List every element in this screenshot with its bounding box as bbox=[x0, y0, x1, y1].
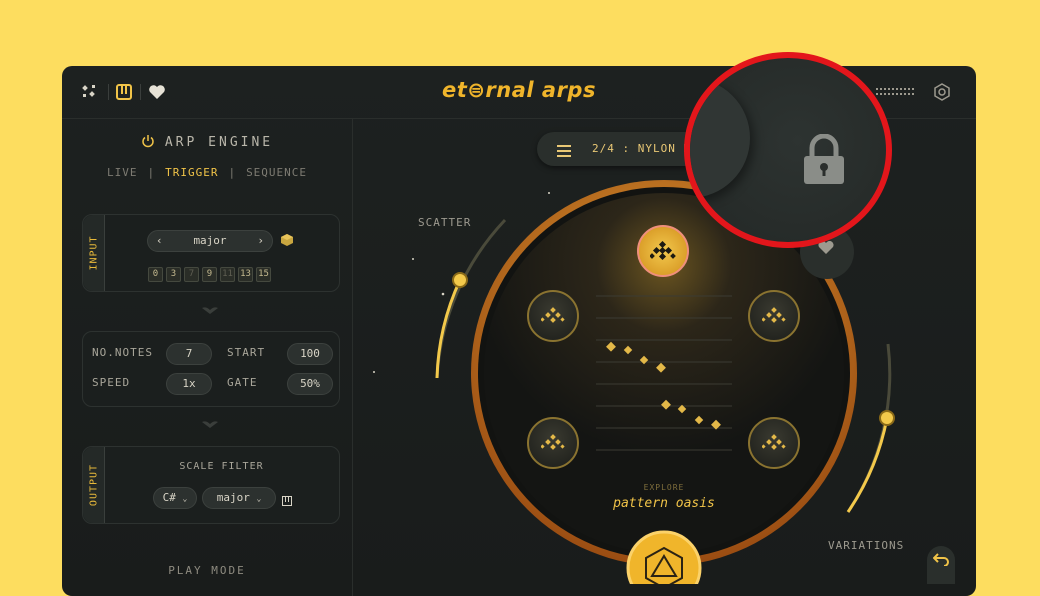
diamond-pattern-icon bbox=[541, 307, 565, 323]
undo-button[interactable] bbox=[927, 546, 955, 584]
variations-slider-handle bbox=[879, 410, 895, 426]
scatter-slider-handle bbox=[452, 272, 468, 288]
pattern-node-left-bottom[interactable] bbox=[527, 417, 579, 469]
diamond-pattern-icon bbox=[762, 307, 786, 323]
diamond-pattern-icon bbox=[541, 434, 565, 450]
explore-label: EXPLORE bbox=[643, 483, 685, 492]
menu-icon[interactable] bbox=[557, 142, 571, 161]
diamond-pattern-icon bbox=[650, 241, 676, 261]
pattern-node-right-top[interactable] bbox=[748, 290, 800, 342]
variations-slider-fill bbox=[846, 417, 889, 513]
preset-name: 2/4 : NYLON NO bbox=[592, 142, 699, 155]
pattern-node-left-top[interactable] bbox=[527, 290, 579, 342]
pattern-node-top[interactable] bbox=[637, 225, 689, 277]
scatter-label: SCATTER bbox=[418, 216, 472, 229]
diamond-pattern-icon bbox=[762, 434, 786, 450]
sequencer-graphic bbox=[373, 180, 895, 584]
lock-icon[interactable] bbox=[802, 134, 846, 186]
variations-label: VARIATIONS bbox=[828, 539, 905, 552]
lock-highlight-lens bbox=[684, 52, 892, 248]
pattern-name[interactable]: pattern oasis bbox=[564, 496, 764, 511]
pattern-node-right-bottom[interactable] bbox=[748, 417, 800, 469]
undo-icon bbox=[933, 553, 949, 566]
